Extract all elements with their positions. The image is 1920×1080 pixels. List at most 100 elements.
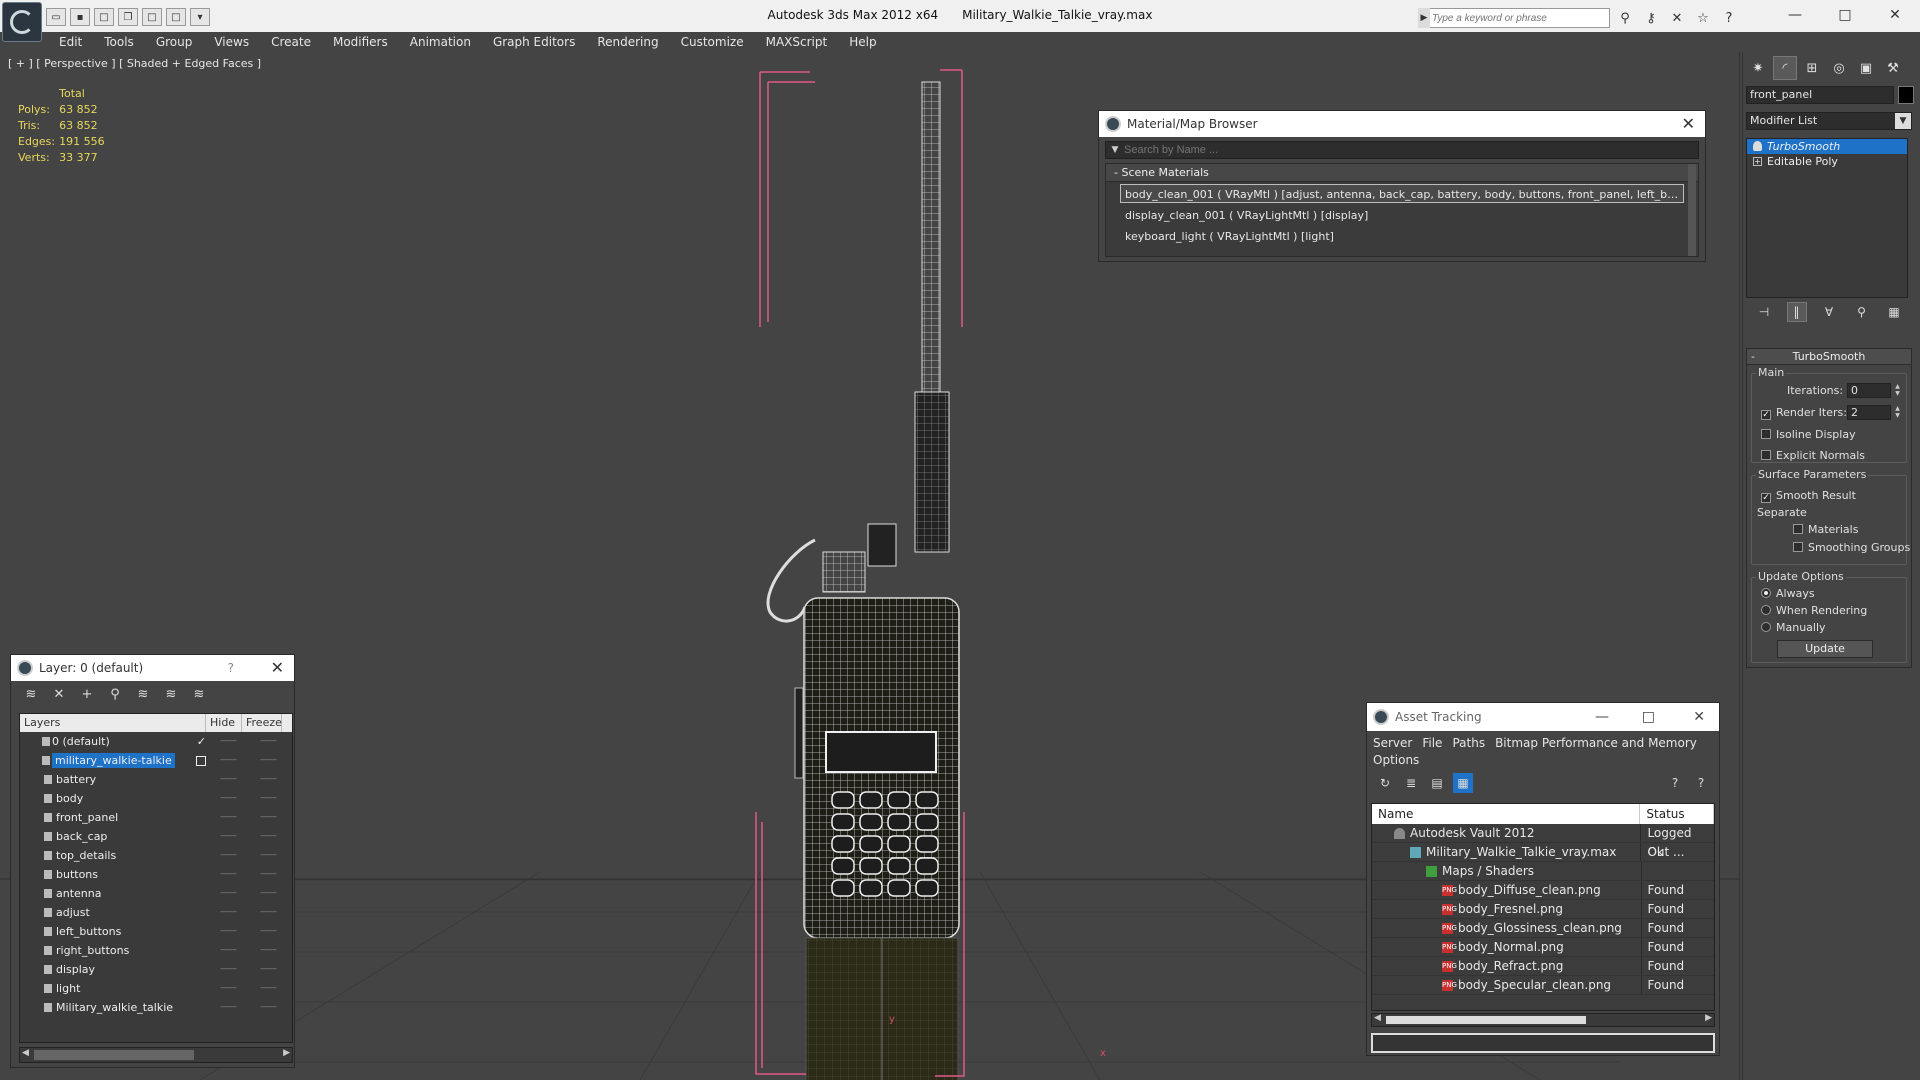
layer-row[interactable]: display —— —— [20, 960, 292, 979]
freeze-toggle[interactable]: —— [248, 808, 288, 827]
menu-views[interactable]: Views [203, 32, 260, 52]
freeze-toggle[interactable]: —— [248, 941, 288, 960]
layer-row[interactable]: body —— —— [20, 789, 292, 808]
help-icon[interactable]: ? [1665, 773, 1685, 793]
scroll-thumb[interactable] [34, 1050, 194, 1060]
undo-icon[interactable]: □ [142, 8, 162, 26]
asset-row[interactable]: PNG body_Specular_clean.png Found [1372, 976, 1714, 995]
rollout-header[interactable]: - TurboSmooth [1747, 349, 1911, 365]
app-logo-icon[interactable] [2, 2, 42, 42]
new-file-icon[interactable]: □ [94, 8, 114, 26]
material-search-input[interactable] [1124, 144, 1698, 156]
redo-icon[interactable]: □ [166, 8, 186, 26]
manually-radio-row[interactable]: Manually [1761, 620, 1826, 636]
minimize-icon[interactable]: — [1595, 703, 1609, 731]
modify-tab-icon[interactable]: ◜ [1773, 56, 1797, 80]
menu-animation[interactable]: Animation [399, 32, 482, 52]
save-file-icon[interactable]: ▪ [70, 8, 90, 26]
asset-row[interactable]: Military_Walkie_Talkie_vray.max Ok [1372, 843, 1714, 862]
tree-view-icon[interactable]: ▤ [1427, 773, 1447, 793]
menu-server[interactable]: Server [1373, 736, 1412, 750]
close-icon[interactable]: ✕ [1682, 111, 1695, 137]
freeze-toggle[interactable]: —— [248, 770, 288, 789]
pin-stack-icon[interactable]: ⊣ [1754, 302, 1774, 322]
copy-icon[interactable]: ❐ [118, 8, 138, 26]
spinner-arrows-icon[interactable]: ▲ ▼ [1893, 383, 1902, 398]
checkbox-checked[interactable]: ✓ [1761, 493, 1771, 503]
close-icon[interactable]: ✕ [1693, 703, 1705, 731]
star-icon[interactable]: ☆ [1692, 8, 1714, 28]
asset-row[interactable]: PNG body_Normal.png Found [1372, 938, 1714, 957]
spinner-arrows-icon[interactable]: ▲ ▼ [1893, 405, 1902, 420]
menu-file[interactable]: File [1422, 736, 1442, 750]
menu-edit[interactable]: Edit [48, 32, 93, 52]
checkbox[interactable] [1761, 429, 1771, 439]
refresh-icon[interactable]: ↻ [1375, 773, 1395, 793]
freeze-toggle[interactable]: —— [248, 922, 288, 941]
list-view-icon[interactable]: ≣ [1401, 773, 1421, 793]
column-status[interactable]: Status [1640, 804, 1714, 824]
menu-group[interactable]: Group [145, 32, 204, 52]
object-color-swatch[interactable] [1898, 86, 1914, 104]
explicit-normals-row[interactable]: Explicit Normals [1761, 448, 1865, 464]
display-tab-icon[interactable]: ▣ [1854, 56, 1878, 80]
select-objects-icon[interactable]: ⚲ [103, 684, 127, 704]
hide-toggle[interactable]: —— [208, 998, 248, 1017]
layer-row[interactable]: battery —— —— [20, 770, 292, 789]
hide-toggle[interactable]: —— [208, 789, 248, 808]
hide-toggle[interactable]: —— [208, 960, 248, 979]
layer-row[interactable]: right_buttons —— —— [20, 941, 292, 960]
freeze-toggle[interactable]: —— [248, 960, 288, 979]
hide-toggle[interactable]: —— [208, 884, 248, 903]
layer-horizontal-scrollbar[interactable]: ◀ ▶ [19, 1047, 293, 1063]
search-options-icon[interactable]: ▼ [1106, 145, 1124, 155]
asset-row[interactable]: PNG body_Diffuse_clean.png Found [1372, 881, 1714, 900]
stack-item-editable-poly[interactable]: + Editable Poly [1747, 154, 1907, 169]
radio[interactable] [1761, 605, 1771, 615]
smoothing-groups-row[interactable]: Smoothing Groups [1793, 540, 1910, 556]
freeze-toggle[interactable]: —— [248, 846, 288, 865]
hide-toggle[interactable]: —— [208, 732, 248, 751]
hide-toggle[interactable]: —— [208, 808, 248, 827]
menu-graph-editors[interactable]: Graph Editors [482, 32, 586, 52]
always-radio-row[interactable]: Always [1761, 586, 1815, 602]
highlight-layer-icon[interactable]: ≋ [131, 684, 155, 704]
material-item[interactable]: keyboard_light ( VRayLightMtl ) [light] [1120, 226, 1684, 245]
render-iters-spinner[interactable]: 2 [1847, 405, 1891, 420]
menu-maxscript[interactable]: MAXScript [755, 32, 839, 52]
utilities-tab-icon[interactable]: ⚒ [1881, 56, 1905, 80]
layer-row[interactable]: adjust —— —— [20, 903, 292, 922]
hierarchy-tab-icon[interactable]: ⊞ [1800, 56, 1824, 80]
create-tab-icon[interactable]: ✷ [1746, 56, 1770, 80]
asset-horizontal-scrollbar[interactable]: ◀ ▶ [1371, 1013, 1715, 1027]
smooth-result-row[interactable]: ✓ Smooth Result [1761, 488, 1856, 504]
motion-tab-icon[interactable]: ◎ [1827, 56, 1851, 80]
delete-layer-icon[interactable]: ✕ [47, 684, 71, 704]
asset-row[interactable]: PNG body_Fresnel.png Found [1372, 900, 1714, 919]
material-scrollbar[interactable] [1688, 164, 1696, 256]
layer-row[interactable]: back_cap —— —— [20, 827, 292, 846]
menu-options[interactable]: Options [1373, 753, 1419, 767]
add-to-layer-icon[interactable]: + [75, 684, 99, 704]
freeze-all-icon[interactable]: ≋ [187, 684, 211, 704]
minimize-icon[interactable]: — [1770, 0, 1820, 30]
isoline-display-row[interactable]: Isoline Display [1761, 427, 1856, 443]
menu-tools[interactable]: Tools [93, 32, 145, 52]
current-layer-box-icon[interactable] [196, 756, 206, 766]
checkbox-checked[interactable]: ✓ [1761, 410, 1771, 420]
checkbox[interactable] [1793, 524, 1803, 534]
hide-toggle[interactable]: —— [208, 941, 248, 960]
help-icon[interactable]: ? [228, 655, 234, 681]
menu-create[interactable]: Create [260, 32, 322, 52]
radio[interactable] [1761, 622, 1771, 632]
asset-row[interactable]: PNG body_Refract.png Found [1372, 957, 1714, 976]
help-icon[interactable]: ? [1718, 8, 1740, 28]
close-icon[interactable]: ✕ [271, 655, 284, 681]
column-layers[interactable]: Layers [20, 714, 206, 732]
layer-row[interactable]: Military_walkie_talkie —— —— [20, 998, 292, 1017]
layer-row[interactable]: 0 (default) ✓ —— —— [20, 732, 292, 751]
freeze-toggle[interactable]: —— [248, 884, 288, 903]
close-icon[interactable]: ✕ [1870, 0, 1920, 30]
iterations-spinner[interactable]: 0 [1847, 383, 1891, 398]
column-name[interactable]: Name [1372, 804, 1641, 824]
